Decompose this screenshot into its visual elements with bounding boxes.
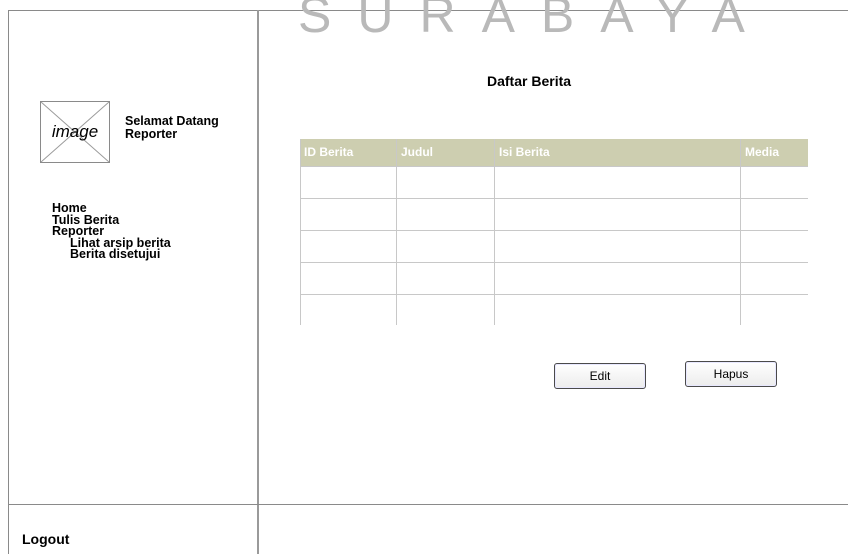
logo-placeholder: image (40, 101, 110, 163)
footer-divider (8, 504, 848, 505)
column-header-id-berita[interactable]: ID Berita (300, 139, 396, 166)
welcome-line-2: Reporter (125, 127, 178, 141)
logo-placeholder-label: image (51, 122, 99, 141)
column-header-isi-berita[interactable]: Isi Berita (495, 139, 740, 166)
nav-item-berita-disetujui[interactable]: Berita disetujui (52, 248, 171, 261)
berita-table[interactable]: ID Berita Judul Isi Berita Media (300, 139, 808, 325)
sidebar-nav: Home Tulis Berita Reporter Lihat arsip b… (52, 202, 171, 261)
logout-link[interactable]: Logout (22, 531, 69, 547)
hapus-button[interactable]: Hapus (685, 361, 777, 387)
table-row-divider (300, 262, 808, 263)
sidebar-divider (257, 10, 259, 554)
watermark: SURABAYA (298, 0, 771, 43)
table-row-divider (300, 294, 808, 295)
table-row-divider (300, 230, 808, 231)
page-title: Daftar Berita (487, 73, 572, 89)
welcome-message: Selamat Datang Reporter (125, 115, 219, 141)
frame-left-border (8, 10, 9, 554)
column-header-media[interactable]: Media (741, 139, 808, 166)
table-row-divider (300, 166, 808, 167)
column-header-judul[interactable]: Judul (397, 139, 494, 166)
table-row-divider (300, 198, 808, 199)
edit-button[interactable]: Edit (554, 363, 646, 389)
